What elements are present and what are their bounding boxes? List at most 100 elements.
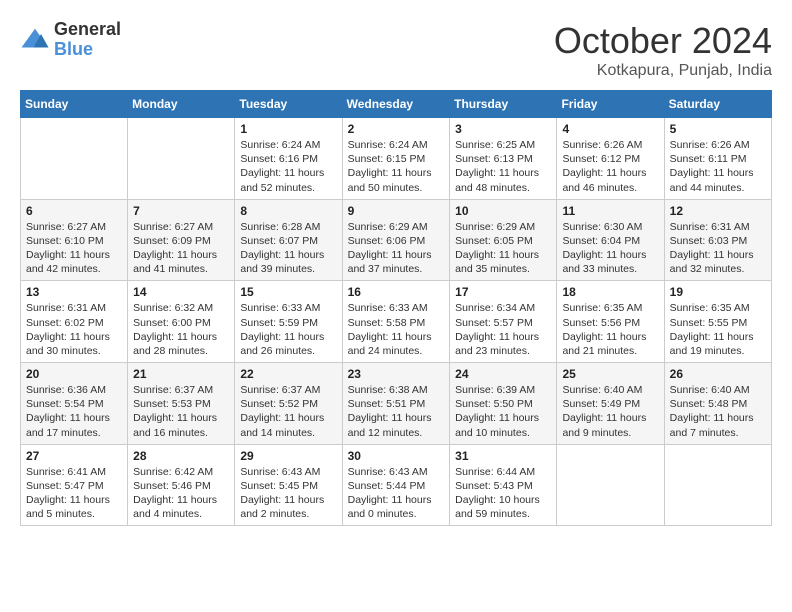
- logo-text: General Blue: [54, 20, 121, 60]
- day-info: Sunrise: 6:26 AM Sunset: 6:12 PM Dayligh…: [562, 138, 658, 195]
- calendar-cell: 21 Sunrise: 6:37 AM Sunset: 5:53 PM Dayli…: [128, 363, 235, 445]
- day-number: 2: [348, 122, 445, 136]
- day-info: Sunrise: 6:43 AM Sunset: 5:45 PM Dayligh…: [240, 465, 336, 522]
- calendar-cell: 16Sunrise: 6:33 AM Sunset: 5:58 PM Dayli…: [342, 281, 450, 363]
- day-info: Sunrise: 6:33 AM Sunset: 5:59 PM Dayligh…: [240, 301, 336, 358]
- day-number: 20: [26, 367, 122, 381]
- calendar-cell: 3 Sunrise: 6:25 AM Sunset: 6:13 PM Daylig…: [450, 118, 557, 200]
- calendar-cell: 31 Sunrise: 6:44 AM Sunset: 5:43 PM Dayli…: [450, 444, 557, 526]
- day-number: 29: [240, 449, 336, 463]
- day-info: Sunrise: 6:43 AM Sunset: 5:44 PM Dayligh…: [348, 465, 445, 522]
- header-day: Thursday: [450, 91, 557, 118]
- day-number: 5: [670, 122, 766, 136]
- day-number: 7: [133, 204, 229, 218]
- header-day: Monday: [128, 91, 235, 118]
- day-number: 25: [562, 367, 658, 381]
- calendar-cell: 8 Sunrise: 6:28 AM Sunset: 6:07 PM Daylig…: [235, 199, 342, 281]
- calendar-header: SundayMondayTuesdayWednesdayThursdayFrid…: [21, 91, 772, 118]
- day-number: 9: [348, 204, 445, 218]
- day-info: Sunrise: 6:29 AM Sunset: 6:06 PM Dayligh…: [348, 220, 445, 277]
- calendar-cell: 10 Sunrise: 6:29 AM Sunset: 6:05 PM Dayli…: [450, 199, 557, 281]
- calendar-cell: 20 Sunrise: 6:36 AM Sunset: 5:54 PM Dayli…: [21, 363, 128, 445]
- day-number: 15: [240, 285, 336, 299]
- day-info: Sunrise: 6:35 AM Sunset: 5:55 PM Dayligh…: [670, 301, 766, 358]
- header-day: Saturday: [664, 91, 771, 118]
- header-day: Tuesday: [235, 91, 342, 118]
- calendar-cell: [128, 118, 235, 200]
- day-info: Sunrise: 6:37 AM Sunset: 5:52 PM Dayligh…: [240, 383, 336, 440]
- day-number: 11: [562, 204, 658, 218]
- calendar-week-row: 27 Sunrise: 6:41 AM Sunset: 5:47 PM Dayli…: [21, 444, 772, 526]
- day-number: 31: [455, 449, 551, 463]
- calendar-week-row: 1Sunrise: 6:24 AM Sunset: 6:16 PM Daylig…: [21, 118, 772, 200]
- calendar-table: SundayMondayTuesdayWednesdayThursdayFrid…: [20, 90, 772, 526]
- day-info: Sunrise: 6:31 AM Sunset: 6:02 PM Dayligh…: [26, 301, 122, 358]
- day-number: 27: [26, 449, 122, 463]
- calendar-cell: 15 Sunrise: 6:33 AM Sunset: 5:59 PM Dayli…: [235, 281, 342, 363]
- day-info: Sunrise: 6:27 AM Sunset: 6:10 PM Dayligh…: [26, 220, 122, 277]
- calendar-cell: 7 Sunrise: 6:27 AM Sunset: 6:09 PM Daylig…: [128, 199, 235, 281]
- calendar-cell: 28 Sunrise: 6:42 AM Sunset: 5:46 PM Dayli…: [128, 444, 235, 526]
- header-day: Sunday: [21, 91, 128, 118]
- day-number: 24: [455, 367, 551, 381]
- page-header: General Blue October 2024 Kotkapura, Pun…: [20, 20, 772, 80]
- day-number: 28: [133, 449, 229, 463]
- day-info: Sunrise: 6:40 AM Sunset: 5:48 PM Dayligh…: [670, 383, 766, 440]
- day-info: Sunrise: 6:42 AM Sunset: 5:46 PM Dayligh…: [133, 465, 229, 522]
- calendar-cell: [557, 444, 664, 526]
- day-number: 14: [133, 285, 229, 299]
- calendar-cell: 13 Sunrise: 6:31 AM Sunset: 6:02 PM Dayli…: [21, 281, 128, 363]
- day-info: Sunrise: 6:28 AM Sunset: 6:07 PM Dayligh…: [240, 220, 336, 277]
- logo: General Blue: [20, 20, 121, 60]
- day-info: Sunrise: 6:34 AM Sunset: 5:57 PM Dayligh…: [455, 301, 551, 358]
- day-info: Sunrise: 6:30 AM Sunset: 6:04 PM Dayligh…: [562, 220, 658, 277]
- calendar-cell: 18 Sunrise: 6:35 AM Sunset: 5:56 PM Dayli…: [557, 281, 664, 363]
- logo-icon: [20, 25, 50, 55]
- calendar-cell: [21, 118, 128, 200]
- day-info: Sunrise: 6:36 AM Sunset: 5:54 PM Dayligh…: [26, 383, 122, 440]
- day-number: 3: [455, 122, 551, 136]
- day-number: 23: [348, 367, 445, 381]
- day-number: 10: [455, 204, 551, 218]
- calendar-cell: 11 Sunrise: 6:30 AM Sunset: 6:04 PM Dayli…: [557, 199, 664, 281]
- day-info: Sunrise: 6:25 AM Sunset: 6:13 PM Dayligh…: [455, 138, 551, 195]
- day-info: Sunrise: 6:38 AM Sunset: 5:51 PM Dayligh…: [348, 383, 445, 440]
- day-info: Sunrise: 6:41 AM Sunset: 5:47 PM Dayligh…: [26, 465, 122, 522]
- day-number: 12: [670, 204, 766, 218]
- calendar-cell: 17 Sunrise: 6:34 AM Sunset: 5:57 PM Dayli…: [450, 281, 557, 363]
- day-info: Sunrise: 6:26 AM Sunset: 6:11 PM Dayligh…: [670, 138, 766, 195]
- logo-blue: Blue: [54, 40, 121, 60]
- day-info: Sunrise: 6:35 AM Sunset: 5:56 PM Dayligh…: [562, 301, 658, 358]
- day-info: Sunrise: 6:24 AM Sunset: 6:15 PM Dayligh…: [348, 138, 445, 195]
- day-number: 22: [240, 367, 336, 381]
- calendar-cell: 29 Sunrise: 6:43 AM Sunset: 5:45 PM Dayli…: [235, 444, 342, 526]
- day-number: 30: [348, 449, 445, 463]
- day-info: Sunrise: 6:37 AM Sunset: 5:53 PM Dayligh…: [133, 383, 229, 440]
- day-info: Sunrise: 6:44 AM Sunset: 5:43 PM Dayligh…: [455, 465, 551, 522]
- day-info: Sunrise: 6:39 AM Sunset: 5:50 PM Dayligh…: [455, 383, 551, 440]
- day-info: Sunrise: 6:29 AM Sunset: 6:05 PM Dayligh…: [455, 220, 551, 277]
- calendar-cell: 25Sunrise: 6:40 AM Sunset: 5:49 PM Dayli…: [557, 363, 664, 445]
- calendar-body: 1Sunrise: 6:24 AM Sunset: 6:16 PM Daylig…: [21, 118, 772, 526]
- day-number: 21: [133, 367, 229, 381]
- header-day: Friday: [557, 91, 664, 118]
- day-number: 1: [240, 122, 336, 136]
- day-number: 18: [562, 285, 658, 299]
- day-info: Sunrise: 6:32 AM Sunset: 6:00 PM Dayligh…: [133, 301, 229, 358]
- day-number: 26: [670, 367, 766, 381]
- calendar-cell: 19 Sunrise: 6:35 AM Sunset: 5:55 PM Dayli…: [664, 281, 771, 363]
- day-number: 13: [26, 285, 122, 299]
- day-number: 8: [240, 204, 336, 218]
- calendar-cell: 12 Sunrise: 6:31 AM Sunset: 6:03 PM Dayli…: [664, 199, 771, 281]
- day-info: Sunrise: 6:33 AM Sunset: 5:58 PM Dayligh…: [348, 301, 445, 358]
- logo-general: General: [54, 20, 121, 40]
- month-title: October 2024: [554, 20, 772, 62]
- calendar-cell: 27 Sunrise: 6:41 AM Sunset: 5:47 PM Dayli…: [21, 444, 128, 526]
- day-number: 19: [670, 285, 766, 299]
- day-info: Sunrise: 6:31 AM Sunset: 6:03 PM Dayligh…: [670, 220, 766, 277]
- day-info: Sunrise: 6:27 AM Sunset: 6:09 PM Dayligh…: [133, 220, 229, 277]
- calendar-cell: 23 Sunrise: 6:38 AM Sunset: 5:51 PM Dayli…: [342, 363, 450, 445]
- day-number: 17: [455, 285, 551, 299]
- calendar-cell: 22 Sunrise: 6:37 AM Sunset: 5:52 PM Dayli…: [235, 363, 342, 445]
- calendar-cell: 5 Sunrise: 6:26 AM Sunset: 6:11 PM Daylig…: [664, 118, 771, 200]
